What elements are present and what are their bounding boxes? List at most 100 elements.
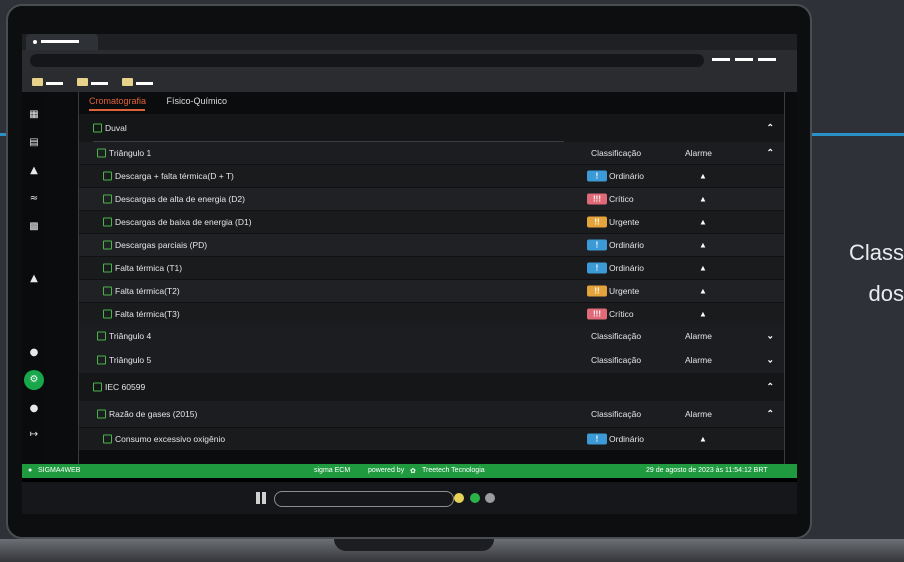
checkbox[interactable] — [103, 309, 112, 319]
column-header-alarm: Alarme — [685, 409, 712, 419]
browser-tab[interactable] — [26, 34, 98, 50]
list-item[interactable]: Descargas de baixa de energia (D1)!! Urge… — [79, 210, 784, 233]
wifi-icon[interactable]: ≈ — [27, 192, 41, 206]
chevron-up-icon[interactable]: ⌃ — [766, 148, 774, 159]
window-button-3[interactable] — [758, 58, 776, 61]
chevron-up-icon[interactable]: ⌃ — [766, 123, 774, 134]
chevron-down-icon[interactable]: ⌄ — [766, 355, 774, 366]
column-header-alarm: Alarme — [685, 148, 712, 158]
chevron-up-icon[interactable]: ⌃ — [766, 382, 774, 393]
window-button-2[interactable] — [735, 58, 753, 61]
checkbox[interactable] — [103, 171, 112, 181]
subgroup-label: Triângulo 1 — [109, 148, 152, 158]
lab-icon[interactable]: ▲ — [27, 272, 41, 286]
subgroup-triangulo-1[interactable]: Triângulo 1 Classificação Alarme ⌃ — [79, 142, 784, 164]
checkbox[interactable] — [97, 331, 106, 341]
side-caption-line1: Class — [848, 240, 904, 265]
subgroup-label: Triângulo 5 — [109, 355, 152, 365]
list-item[interactable]: Falta térmica(T3)!!! Crítico ▲ — [79, 302, 784, 325]
checkbox[interactable] — [93, 123, 102, 133]
checkbox[interactable] — [97, 148, 106, 158]
list-item[interactable]: Descargas parciais (PD)! Ordinário ▲ — [79, 233, 784, 256]
tab-favicon-icon — [33, 40, 37, 44]
alarm-bell-icon[interactable]: ▲ — [699, 310, 707, 319]
column-header-classification: Classificação — [591, 409, 642, 419]
alarm-bell-icon[interactable]: ▲ — [699, 287, 707, 296]
user-icon[interactable]: ● — [27, 402, 41, 416]
severity-badge: !! — [587, 285, 607, 297]
classification-text: Urgente — [609, 286, 640, 296]
status-user: SIGMA4WEB — [38, 467, 81, 474]
document-icon[interactable]: ▩ — [27, 220, 41, 234]
sidebar: ▦ ▤ ▲ ≈ ▩ ▲ ● ⚙ ● ↦ — [22, 92, 46, 464]
group-duval[interactable]: Duval ⌃ — [79, 114, 784, 142]
user-icon: ● — [28, 467, 33, 474]
classification-text: Ordinário — [609, 263, 644, 273]
item-label: Descargas parciais (PD) — [115, 240, 208, 250]
checkbox[interactable] — [103, 286, 112, 296]
list-item[interactable]: Falta térmica (T1)! Ordinário ▲ — [79, 256, 784, 279]
checkbox[interactable] — [97, 355, 106, 365]
checkbox[interactable] — [103, 263, 112, 273]
chevron-down-icon[interactable]: ⌄ — [766, 331, 774, 342]
column-header-alarm: Alarme — [685, 355, 712, 365]
side-caption-line2: dos — [868, 281, 904, 306]
alarm-bell-icon[interactable]: ▲ — [699, 264, 707, 273]
severity-badge: ! — [587, 170, 607, 182]
dashboard-icon[interactable]: ▦ — [27, 108, 41, 122]
classification-text: Ordinário — [609, 240, 644, 250]
bookmark-label-placeholder — [91, 82, 108, 85]
severity-badge: ! — [587, 239, 607, 251]
list-item[interactable]: Descargas de alta de energia (D2)!!! Crít… — [79, 187, 784, 210]
alarm-bell-icon[interactable]: ▲ — [699, 435, 707, 444]
alarm-bell-icon[interactable]: ▲ — [699, 218, 707, 227]
group-label: Duval — [105, 123, 127, 133]
column-header-classification: Classificação — [591, 148, 642, 158]
subgroup-triangulo-4[interactable]: Triângulo 4 Classificação Alarme ⌄ — [79, 325, 784, 347]
alarm-bell-icon[interactable]: ▲ — [699, 172, 707, 181]
dock-yellow-dot[interactable] — [454, 493, 464, 503]
column-header-classification: Classificação — [591, 355, 642, 365]
list-item[interactable]: Descarga + falta térmica(D + T)! Ordinári… — [79, 164, 784, 187]
group-iec-60599[interactable]: IEC 60599 ⌃ — [79, 373, 784, 401]
address-row — [22, 50, 797, 72]
subgroup-triangulo-5[interactable]: Triângulo 5 Classificação Alarme ⌄ — [79, 347, 784, 373]
checkbox[interactable] — [97, 409, 106, 419]
help-icon[interactable]: ● — [27, 346, 41, 360]
tab-fisico-quimico[interactable]: Físico-Químico — [167, 96, 228, 106]
tab-cromatografia[interactable]: Cromatografia — [89, 96, 146, 106]
checkbox[interactable] — [93, 382, 102, 392]
classification-text: Ordinário — [609, 434, 644, 444]
dock-green-dot[interactable] — [470, 493, 480, 503]
window-button-1[interactable] — [712, 58, 730, 61]
list-item[interactable]: Falta térmica(T2)!! Urgente ▲ — [79, 279, 784, 302]
address-bar[interactable] — [30, 54, 704, 67]
chat-icon[interactable]: ▤ — [27, 136, 41, 150]
active-tab-indicator — [89, 109, 145, 111]
checkbox[interactable] — [103, 240, 112, 250]
browser-window: ▦ ▤ ▲ ≈ ▩ ▲ ● ⚙ ● ↦ Cromatografia Físico… — [22, 34, 797, 514]
pause-icon[interactable] — [256, 492, 268, 504]
classification-text: Urgente — [609, 217, 640, 227]
alarm-bell-icon[interactable]: ▲ — [699, 195, 707, 204]
main-content: Cromatografia Físico-Químico Duval ⌃ Tri… — [46, 92, 797, 464]
subgroup-razao-de-gases[interactable]: Razão de gases (2015) Classificação Alar… — [79, 401, 784, 427]
checkbox[interactable] — [103, 194, 112, 204]
results-panel: Cromatografia Físico-Químico Duval ⌃ Tri… — [78, 92, 785, 464]
dock-search-field[interactable] — [274, 491, 454, 507]
checkbox[interactable] — [103, 217, 112, 227]
checkbox[interactable] — [103, 434, 112, 444]
status-datetime: 29 de agosto de 2023 às 11:54:12 BRT — [646, 467, 768, 474]
chevron-up-icon[interactable]: ⌃ — [766, 409, 774, 420]
logout-icon[interactable]: ↦ — [27, 428, 41, 442]
list-item[interactable]: Consumo excessivo oxigênio! Ordinário ▲ — [79, 427, 784, 450]
folder-icon — [77, 78, 88, 86]
laptop-notch — [334, 539, 494, 551]
tab-bar: Cromatografia Físico-Químico — [89, 96, 245, 106]
browser-tabstrip — [22, 34, 797, 50]
bell-icon[interactable]: ▲ — [27, 164, 41, 178]
settings-icon[interactable]: ⚙ — [24, 370, 44, 390]
item-label: Descarga + falta térmica(D + T) — [115, 171, 234, 181]
alarm-bell-icon[interactable]: ▲ — [699, 241, 707, 250]
dock-gray-dot[interactable] — [485, 493, 495, 503]
